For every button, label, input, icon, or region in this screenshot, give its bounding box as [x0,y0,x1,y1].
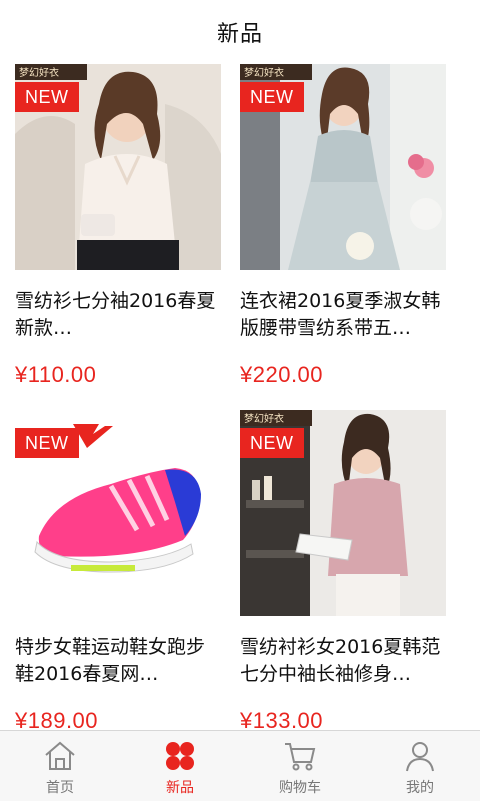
product-grid: 梦幻好衣 NEW 雪纺衫七分袖2016春夏新款… ¥110.00 梦幻好衣 NE… [0,64,480,730]
new-badge: NEW [15,428,79,458]
product-price: ¥220.00 [240,362,324,387]
product-price: ¥110.00 [15,362,97,387]
product-image-blouse[interactable]: 梦幻好衣 NEW [15,64,221,270]
new-icon [166,742,194,770]
new-badge: NEW [240,428,304,458]
product-name[interactable]: 雪纺衫七分袖2016春夏新款… [15,288,221,342]
tab-cart[interactable]: 购物车 [240,731,360,801]
bottom-tab-bar: 首页 新品 购物车 我的 [0,730,480,801]
product-name[interactable]: 特步女鞋运动鞋女跑步鞋2016春夏网… [15,634,221,688]
new-badge: NEW [240,82,304,112]
top-bar: 新品 [0,0,480,64]
brand-mark: 梦幻好衣 [19,66,59,79]
tab-label: 我的 [406,780,434,796]
product-image-pink-blouse[interactable]: 梦幻好衣 NEW [240,410,446,616]
brand-mark: 梦幻好衣 [244,412,284,425]
tab-new[interactable]: 新品 [120,731,240,801]
product-price: ¥133.00 [240,708,324,730]
product-card[interactable]: 梦幻好衣 NEW 雪纺衬衫女2016夏韩范七分中袖长袖修身… ¥133.00 [240,410,446,730]
new-badge: NEW [15,82,79,112]
tab-label: 购物车 [279,780,321,796]
product-name[interactable]: 连衣裙2016夏季淑女韩版腰带雪纺系带五… [240,288,446,342]
product-price: ¥189.00 [15,708,99,730]
product-card[interactable]: 梦幻好衣 NEW 连衣裙2016夏季淑女韩版腰带雪纺系带五… ¥220.00 [240,64,446,388]
cart-icon [285,743,316,771]
brand-mark: 梦幻好衣 [244,66,284,79]
tab-home[interactable]: 首页 [0,731,120,801]
tab-label: 新品 [166,780,194,796]
product-image-shoe[interactable]: NEW [15,410,221,616]
tab-label: 首页 [46,780,74,796]
product-name[interactable]: 雪纺衬衫女2016夏韩范七分中袖长袖修身… [240,634,446,688]
product-image-dress[interactable]: 梦幻好衣 NEW [240,64,446,270]
page-title: 新品 [216,22,263,47]
product-card[interactable]: NEW 特步女鞋运动鞋女跑步鞋2016春夏网… ¥189.00 [15,410,221,730]
product-card[interactable]: 梦幻好衣 NEW 雪纺衫七分袖2016春夏新款… ¥110.00 [15,64,221,388]
home-icon [45,741,75,770]
tab-me[interactable]: 我的 [360,731,480,801]
user-icon [406,742,434,772]
